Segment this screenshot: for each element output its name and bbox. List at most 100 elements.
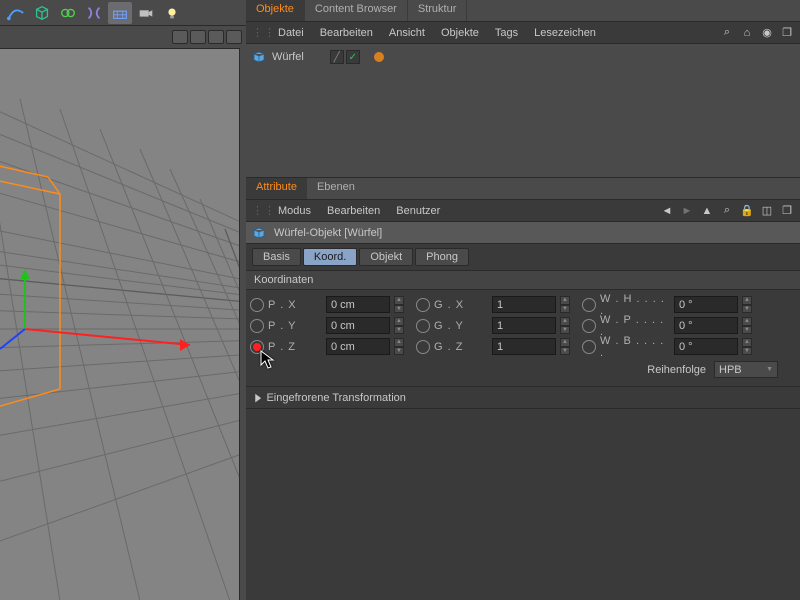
- viewport-mini-controls: [172, 30, 242, 44]
- editor-visibility-toggle[interactable]: ╱: [330, 50, 344, 64]
- radio-wp[interactable]: [582, 319, 596, 333]
- tab-struktur[interactable]: Struktur: [408, 0, 468, 21]
- label-gx: G . X: [434, 299, 488, 311]
- label-wb: W . B . . . . .: [600, 335, 670, 359]
- field-gz[interactable]: 1: [492, 338, 556, 355]
- field-gx[interactable]: 1: [492, 296, 556, 313]
- spinner-wb[interactable]: ▲▼: [742, 338, 752, 355]
- 3d-viewport[interactable]: [0, 48, 240, 600]
- menu-modus[interactable]: Modus: [278, 205, 311, 217]
- menu-lesezeichen[interactable]: Lesezeichen: [534, 27, 596, 39]
- field-pz[interactable]: 0 cm: [326, 338, 390, 355]
- radio-gx[interactable]: [416, 298, 430, 312]
- field-wh[interactable]: 0 °: [674, 296, 738, 313]
- tab-attribute[interactable]: Attribute: [246, 178, 307, 199]
- attribute-manager-tabs: Attribute Ebenen: [246, 178, 800, 200]
- object-manager-tabs: Objekte Content Browser Struktur: [246, 0, 800, 22]
- viewport-panel: [0, 0, 246, 600]
- tab-ebenen[interactable]: Ebenen: [307, 178, 365, 199]
- camera-tool-icon[interactable]: [134, 2, 158, 24]
- light-tool-icon[interactable]: [160, 2, 184, 24]
- grip-icon[interactable]: ⋮⋮: [252, 26, 262, 39]
- search-icon[interactable]: ⌕: [720, 26, 734, 40]
- viewport-mini-btn-2[interactable]: [190, 30, 206, 44]
- spline-tool-icon[interactable]: [4, 2, 28, 24]
- main-icon-bar: [0, 0, 246, 26]
- menu-tags[interactable]: Tags: [495, 27, 518, 39]
- radio-py[interactable]: [250, 319, 264, 333]
- cube-icon: [252, 226, 266, 240]
- object-manager-menu: ⋮⋮ Datei Bearbeiten Ansicht Objekte Tags…: [246, 22, 800, 44]
- eye-icon[interactable]: ◉: [760, 26, 774, 40]
- environment-tool-icon[interactable]: [108, 2, 132, 24]
- cube-object[interactable]: [0, 164, 60, 409]
- label-px: P . X: [268, 299, 322, 311]
- radio-gy[interactable]: [416, 319, 430, 333]
- viewport-mini-btn-4[interactable]: [226, 30, 242, 44]
- radio-wh[interactable]: [582, 298, 596, 312]
- menu-datei[interactable]: Datei: [278, 27, 304, 39]
- hierarchy-item-wuerfel[interactable]: Würfel ╱ ✓: [252, 48, 794, 66]
- new-window-icon[interactable]: ◫: [760, 204, 774, 218]
- field-px[interactable]: 0 cm: [326, 296, 390, 313]
- viewport-mini-btn-1[interactable]: [172, 30, 188, 44]
- menu-ansicht[interactable]: Ansicht: [389, 27, 425, 39]
- reihenfolge-label: Reihenfolge: [647, 364, 706, 376]
- menu-objekte[interactable]: Objekte: [441, 27, 479, 39]
- radio-px[interactable]: [250, 298, 264, 312]
- field-wp[interactable]: 0 °: [674, 317, 738, 334]
- tab-content-browser[interactable]: Content Browser: [305, 0, 408, 21]
- subtab-phong[interactable]: Phong: [415, 248, 469, 266]
- attribute-header-label: Würfel-Objekt [Würfel]: [274, 227, 382, 239]
- label-gz: G . Z: [434, 341, 488, 353]
- tab-objekte[interactable]: Objekte: [246, 0, 305, 21]
- cube-tool-icon[interactable]: [30, 2, 54, 24]
- section-koordinaten: Koordinaten: [246, 270, 800, 290]
- radio-wb[interactable]: [582, 340, 596, 354]
- radio-pz[interactable]: [250, 340, 264, 354]
- field-wb[interactable]: 0 °: [674, 338, 738, 355]
- menu-benutzer[interactable]: Benutzer: [396, 205, 440, 217]
- field-gy[interactable]: 1: [492, 317, 556, 334]
- nav-up-icon[interactable]: ▲: [700, 204, 714, 218]
- field-py[interactable]: 0 cm: [326, 317, 390, 334]
- reihenfolge-dropdown[interactable]: HPB ▼: [714, 361, 778, 378]
- attribute-manager-menu: ⋮⋮ Modus Bearbeiten Benutzer ◄ ► ▲ ⌕ 🔒 ◫…: [246, 200, 800, 222]
- home-icon[interactable]: ⌂: [740, 26, 754, 40]
- attribute-subtabs: Basis Koord. Objekt Phong: [246, 244, 800, 270]
- deformer-tool-icon[interactable]: [82, 2, 106, 24]
- floor-grid: [0, 89, 240, 600]
- maximize-icon[interactable]: ❐: [780, 26, 794, 40]
- expander-label: Eingefrorene Transformation: [266, 392, 405, 404]
- spinner-gx[interactable]: ▲▼: [560, 296, 570, 313]
- coordinates-grid: P . X 0 cm ▲▼ G . X 1 ▲▼ W . H . . . . .…: [246, 290, 800, 386]
- radio-gz[interactable]: [416, 340, 430, 354]
- spinner-py[interactable]: ▲▼: [394, 317, 404, 334]
- grip-icon[interactable]: ⋮⋮: [252, 204, 262, 217]
- viewport-mini-btn-3[interactable]: [208, 30, 224, 44]
- cube-icon: [252, 50, 266, 64]
- spinner-gy[interactable]: ▲▼: [560, 317, 570, 334]
- search-icon[interactable]: ⌕: [720, 204, 734, 218]
- spinner-wh[interactable]: ▲▼: [742, 296, 752, 313]
- hierarchy-item-label: Würfel: [272, 51, 304, 63]
- spinner-px[interactable]: ▲▼: [394, 296, 404, 313]
- menu-bearbeiten-attr[interactable]: Bearbeiten: [327, 205, 380, 217]
- nav-back-icon[interactable]: ◄: [660, 204, 674, 218]
- subtab-koord[interactable]: Koord.: [303, 248, 357, 266]
- label-gy: G . Y: [434, 320, 488, 332]
- generator-tool-icon[interactable]: [56, 2, 80, 24]
- subtab-objekt[interactable]: Objekt: [359, 248, 413, 266]
- spinner-pz[interactable]: ▲▼: [394, 338, 404, 355]
- nav-fwd-icon[interactable]: ►: [680, 204, 694, 218]
- spinner-gz[interactable]: ▲▼: [560, 338, 570, 355]
- menu-bearbeiten[interactable]: Bearbeiten: [320, 27, 373, 39]
- lock-icon[interactable]: 🔒: [740, 204, 754, 218]
- subtab-basis[interactable]: Basis: [252, 248, 301, 266]
- spinner-wp[interactable]: ▲▼: [742, 317, 752, 334]
- phong-tag-icon[interactable]: [374, 52, 384, 62]
- maximize-icon[interactable]: ❐: [780, 204, 794, 218]
- render-visibility-toggle[interactable]: ✓: [346, 50, 360, 64]
- expander-frozen-transform[interactable]: ▶Eingefrorene Transformation: [246, 386, 800, 409]
- object-hierarchy[interactable]: Würfel ╱ ✓: [246, 44, 800, 178]
